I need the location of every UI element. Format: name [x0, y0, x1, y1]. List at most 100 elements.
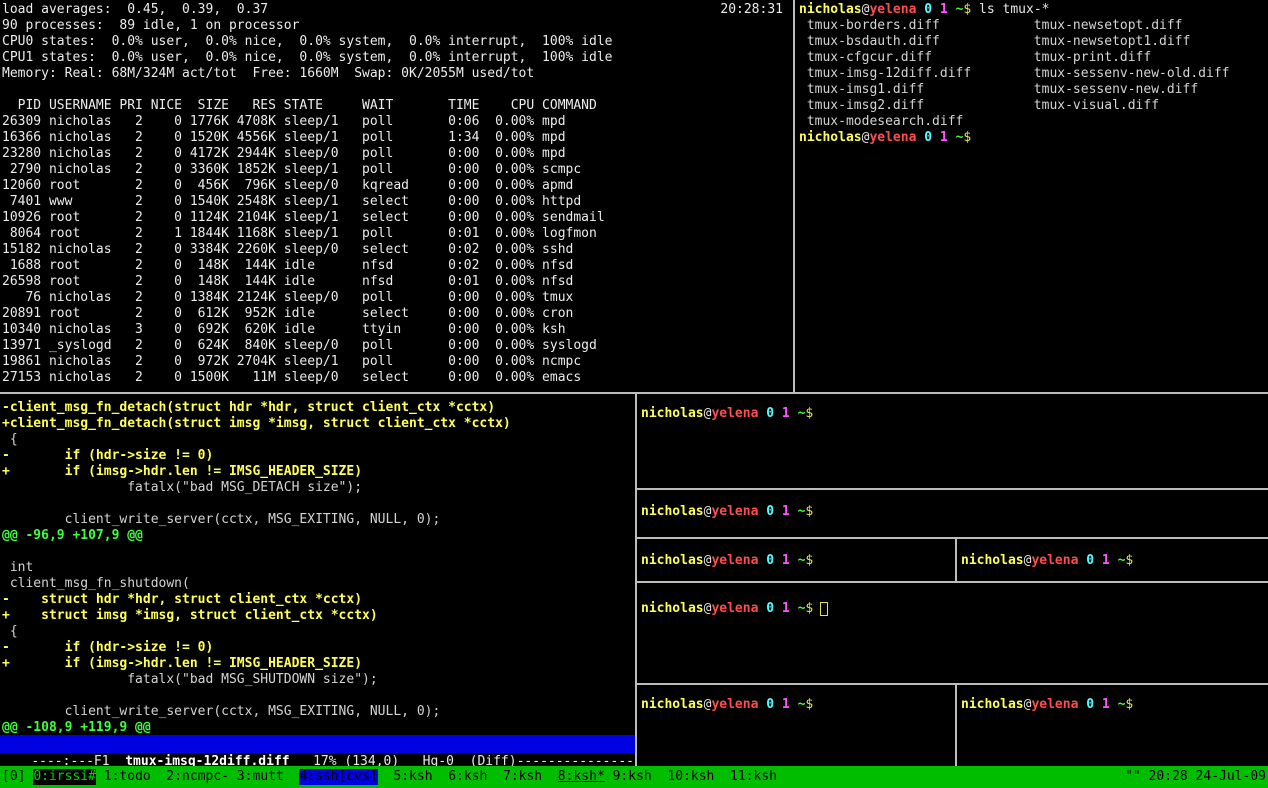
prompt-segment: yelena	[711, 406, 758, 421]
ls-file-row: tmux-imsg2.diff tmux-visual.diff	[799, 98, 1268, 114]
prompt-segment: 0	[924, 2, 932, 17]
ls-file-listing: tmux-borders.diff tmux-newsetopt.diff tm…	[799, 18, 1268, 130]
pane-border-vertical	[635, 394, 637, 766]
prompt-segment	[790, 504, 798, 519]
diff-line-chg: + if (imsg->hdr.len != IMSG_HEADER_SIZE)	[2, 656, 635, 672]
prompt-segment	[774, 601, 782, 616]
diff-line-chg: - struct hdr *hdr, struct client_ctx *cc…	[2, 592, 635, 608]
diff-line-chg: - if (hdr->size != 0)	[2, 640, 635, 656]
window-item-separator	[151, 769, 167, 785]
window-item-10[interactable]: 10:ksh	[667, 769, 714, 785]
prompt-segment: 0	[1086, 697, 1094, 712]
pane-emacs[interactable]: -client_msg_fn_detach(struct hdr *hdr, s…	[0, 394, 635, 766]
top-command-output: load averages: 0.45, 0.39, 0.37 90 proce…	[2, 2, 793, 386]
pane-border-vertical	[955, 685, 957, 766]
shell-prompt-line: nicholas@yelena 0 1 ~$ ls tmux-*	[799, 2, 1268, 18]
window-item-separator	[487, 769, 503, 785]
prompt-segment: 1	[782, 553, 790, 568]
pane-border-vertical	[793, 0, 795, 392]
pane-shell-4[interactable]: nicholas@yelena 0 1 ~$	[957, 539, 1268, 581]
window-item-separator	[433, 769, 449, 785]
prompt-segment	[774, 504, 782, 519]
prompt-segment: 1	[782, 504, 790, 519]
prompt-segment: nicholas	[641, 601, 704, 616]
prompt-segment	[774, 406, 782, 421]
window-item-0[interactable]: 0:irssi#	[33, 769, 96, 785]
prompt-segment	[774, 553, 782, 568]
prompt-segment: 1	[782, 601, 790, 616]
pane-border-horizontal	[637, 488, 1268, 490]
prompt-segment	[948, 2, 956, 17]
shell-prompt-line: nicholas@yelena 0 1 ~$	[641, 697, 955, 713]
diff-line-ctx: int	[2, 560, 635, 576]
prompt-segment: 0	[766, 601, 774, 616]
emacs-diff-buffer: -client_msg_fn_detach(struct hdr *hdr, s…	[2, 400, 635, 736]
pane-shell-1[interactable]: nicholas@yelena 0 1 ~$	[637, 394, 1268, 488]
shell-prompt-line: nicholas@yelena 0 1 ~$	[641, 601, 1268, 617]
window-item-4[interactable]: 4:ssh[cvs]	[299, 769, 377, 785]
pane-shell-ls[interactable]: nicholas@yelena 0 1 ~$ ls tmux-* tmux-bo…	[797, 0, 1268, 392]
pane-shell-7[interactable]: nicholas@yelena 0 1 ~$	[957, 685, 1268, 766]
prompt-segment	[948, 130, 956, 145]
diff-line-hunk: @@ -108,9 +119,9 @@	[2, 720, 635, 736]
prompt-segment: 0	[924, 130, 932, 145]
ls-file-row: tmux-imsg-12diff.diff tmux-sessenv-new-o…	[799, 66, 1268, 82]
window-item-8[interactable]: 8:ksh*	[558, 769, 605, 785]
pane-shell-3[interactable]: nicholas@yelena 0 1 ~$	[637, 539, 955, 581]
shell-prompt-line: nicholas@yelena 0 1 ~$	[641, 406, 1268, 422]
prompt-segment: nicholas	[641, 553, 704, 568]
diff-line-ctx: client_msg_fn_shutdown(	[2, 576, 635, 592]
prompt-segment	[1110, 553, 1118, 568]
prompt-segment	[1110, 697, 1118, 712]
prompt-segment: $	[963, 130, 971, 145]
window-item-separator	[96, 769, 104, 785]
pane-shell-2[interactable]: nicholas@yelena 0 1 ~$	[637, 490, 1268, 537]
prompt-segment	[790, 601, 798, 616]
window-item-11[interactable]: 11:ksh	[730, 769, 777, 785]
pane-border-horizontal	[637, 683, 1268, 685]
window-item-2[interactable]: 2:ncmpc-	[166, 769, 229, 785]
diff-line-ctx: client_write_server(cctx, MSG_EXITING, N…	[2, 512, 635, 528]
window-item-1[interactable]: 1:todo	[104, 769, 151, 785]
pane-border-horizontal	[0, 392, 1268, 394]
prompt-segment: 0	[766, 504, 774, 519]
pane-shell-6[interactable]: nicholas@yelena 0 1 ~$	[637, 685, 955, 766]
window-item-7[interactable]: 7:ksh	[503, 769, 542, 785]
prompt-segment: 0	[766, 553, 774, 568]
pane-shell-5-active[interactable]: nicholas@yelena 0 1 ~$	[637, 583, 1268, 683]
pane-top-command[interactable]: load averages: 0.45, 0.39, 0.37 90 proce…	[0, 0, 793, 392]
prompt-segment: $	[805, 601, 813, 616]
shell-command: ls tmux-*	[971, 2, 1049, 17]
window-item-5[interactable]: 5:ksh	[393, 769, 432, 785]
prompt-segment: nicholas	[641, 697, 704, 712]
shell-prompt-line: nicholas@yelena 0 1 ~$	[641, 504, 1268, 520]
prompt-segment	[790, 553, 798, 568]
window-item-separator	[605, 769, 613, 785]
window-item-3[interactable]: 3:mutt	[237, 769, 284, 785]
prompt-segment	[932, 2, 940, 17]
prompt-segment: 1	[940, 130, 948, 145]
ls-file-row: tmux-bsdauth.diff tmux-newsetopt1.diff	[799, 34, 1268, 50]
window-item-separator	[378, 769, 394, 785]
prompt-segment: yelena	[869, 2, 916, 17]
prompt-segment: nicholas	[961, 553, 1024, 568]
window-item-separator	[284, 769, 300, 785]
window-item-6[interactable]: 6:ksh	[448, 769, 487, 785]
prompt-segment: $	[805, 697, 813, 712]
prompt-segment: 1	[782, 697, 790, 712]
window-item-separator	[542, 769, 558, 785]
ls-file-row: tmux-modesearch.diff	[799, 114, 1268, 130]
prompt-segment: $	[805, 504, 813, 519]
diff-line-ctx: {	[2, 624, 635, 640]
prompt-segment: 0	[1086, 553, 1094, 568]
prompt-segment: nicholas	[641, 406, 704, 421]
diff-line-chg: +client_msg_fn_detach(struct imsg *imsg,…	[2, 416, 635, 432]
shell-prompt-line: nicholas@yelena 0 1 ~$	[799, 130, 1268, 146]
prompt-segment: nicholas	[799, 2, 862, 17]
prompt-segment	[790, 406, 798, 421]
diff-line-chg: -client_msg_fn_detach(struct hdr *hdr, s…	[2, 400, 635, 416]
window-item-9[interactable]: 9:ksh	[613, 769, 652, 785]
pane-border-vertical	[955, 539, 957, 581]
status-clock-date: "" 20:28 24-Jul-09	[1125, 769, 1266, 785]
prompt-segment: nicholas	[799, 130, 862, 145]
